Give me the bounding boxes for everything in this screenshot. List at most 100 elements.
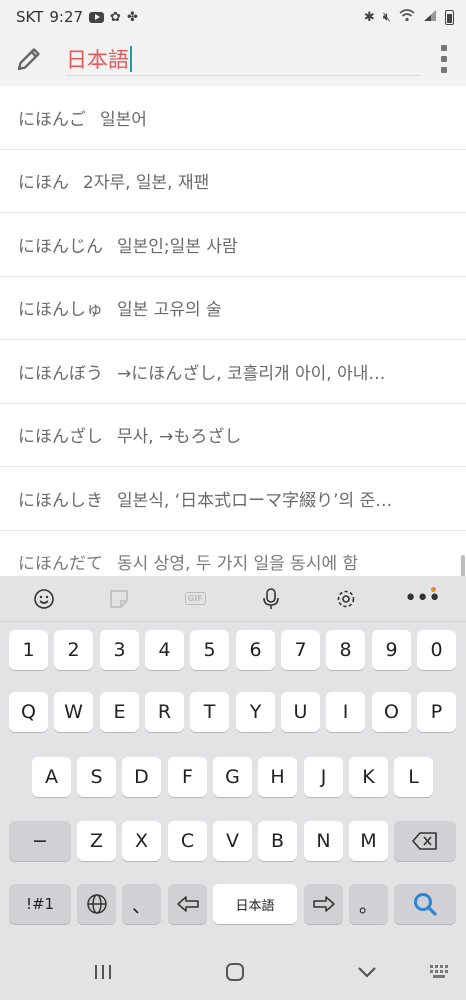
key-u[interactable]: U	[281, 692, 320, 732]
list-item[interactable]: にほんぼう →にほんざし, 코흘리개 아이, 아내…	[0, 340, 466, 404]
key-x[interactable]: X	[122, 821, 161, 861]
key-w[interactable]: W	[54, 692, 93, 732]
signal-icon	[423, 9, 437, 25]
key-z[interactable]: Z	[77, 821, 116, 861]
key-r[interactable]: R	[145, 692, 184, 732]
key-l[interactable]: L	[394, 757, 433, 797]
backspace-key[interactable]	[394, 821, 456, 861]
settings-icon[interactable]	[326, 582, 366, 616]
period-key[interactable]: 。	[349, 884, 388, 924]
key-i[interactable]: I	[326, 692, 365, 732]
bluetooth-icon: ✱	[363, 9, 375, 25]
result-word: にほんだて	[18, 554, 103, 575]
key-p[interactable]: P	[417, 692, 456, 732]
gif-icon[interactable]: GIF	[175, 582, 215, 616]
key-2[interactable]: 2	[54, 630, 93, 670]
result-word: にほん	[18, 173, 69, 194]
gif-label: GIF	[184, 592, 206, 605]
key-1[interactable]: 1	[9, 630, 48, 670]
key-0[interactable]: 0	[417, 630, 456, 670]
key-h[interactable]: H	[258, 757, 297, 797]
key-dash[interactable]: −	[9, 821, 71, 861]
more-icon[interactable]: •••	[402, 582, 442, 616]
right-arrow-key[interactable]	[304, 884, 343, 924]
result-word: にほんざし	[18, 427, 103, 448]
carrier-label: SKT	[16, 8, 44, 26]
list-item[interactable]: にほんざし 무사, →もろざし	[0, 404, 466, 467]
notification-dot	[431, 586, 437, 592]
result-word: にほんご	[18, 109, 86, 130]
key-e[interactable]: E	[100, 692, 139, 732]
list-item[interactable]: にほんしゅ 일본 고유의 술	[0, 277, 466, 340]
fan-icon: ✿	[110, 9, 121, 25]
key-g[interactable]: G	[213, 757, 252, 797]
keyboard: GIF ••• 1 2 3 4 5 6 7 8 9 0 Q W E R T Y …	[0, 576, 466, 1000]
result-meaning: →にほんざし, 코흘리개 아이, 아내…	[117, 363, 386, 384]
key-b[interactable]: B	[258, 821, 297, 861]
mute-icon: 🔇︎	[382, 9, 391, 25]
key-q[interactable]: Q	[9, 692, 48, 732]
key-7[interactable]: 7	[281, 630, 320, 670]
emoji-icon[interactable]	[24, 582, 64, 616]
key-f[interactable]: F	[168, 757, 207, 797]
status-time: 9:27	[49, 8, 84, 26]
zxcv-row: − Z X C V B N M	[0, 821, 466, 861]
key-9[interactable]: 9	[372, 630, 411, 670]
search-header: 日本語	[0, 34, 466, 86]
list-item[interactable]: にほんご 일본어	[0, 86, 466, 150]
back-icon[interactable]	[352, 960, 382, 984]
search-input[interactable]: 日本語	[66, 42, 420, 76]
comma-key[interactable]: 、	[122, 884, 161, 924]
recent-apps-icon[interactable]	[88, 960, 118, 984]
key-k[interactable]: K	[349, 757, 388, 797]
left-arrow-key[interactable]	[168, 884, 207, 924]
kebab-menu-icon[interactable]	[438, 42, 450, 76]
key-3[interactable]: 3	[100, 630, 139, 670]
microphone-icon[interactable]	[251, 582, 291, 616]
key-n[interactable]: N	[304, 821, 343, 861]
search-key[interactable]	[394, 884, 456, 924]
keyboard-switch-icon[interactable]	[426, 960, 454, 984]
arrow-right-icon	[312, 896, 335, 912]
key-j[interactable]: J	[304, 757, 343, 797]
key-5[interactable]: 5	[190, 630, 229, 670]
number-row: 1 2 3 4 5 6 7 8 9 0	[0, 630, 466, 670]
list-item[interactable]: にほん 2자루, 일본, 재팬	[0, 150, 466, 213]
pencil-icon[interactable]	[14, 44, 44, 74]
result-meaning: 2자루, 일본, 재팬	[83, 173, 210, 194]
key-8[interactable]: 8	[326, 630, 365, 670]
key-4[interactable]: 4	[145, 630, 184, 670]
search-query[interactable]: 日本語	[66, 44, 129, 74]
key-m[interactable]: M	[349, 821, 388, 861]
space-key[interactable]: 日本語	[213, 884, 297, 924]
symbols-key[interactable]: !#1	[9, 884, 71, 924]
result-meaning: 일본 고유의 술	[117, 300, 222, 321]
key-s[interactable]: S	[77, 757, 116, 797]
language-key[interactable]	[77, 884, 116, 924]
navigation-bar	[0, 944, 466, 1000]
key-y[interactable]: Y	[236, 692, 275, 732]
list-item[interactable]: にほんじん 일본인;일본 사람	[0, 213, 466, 277]
key-6[interactable]: 6	[236, 630, 275, 670]
key-d[interactable]: D	[122, 757, 161, 797]
pinwheel-icon: ✤	[126, 9, 138, 25]
text-cursor	[130, 45, 132, 72]
list-item[interactable]: にほんしき 일본식, ‘日本式ローマ字綴り’의 준…	[0, 467, 466, 531]
arrow-left-icon	[176, 896, 199, 912]
sticker-icon[interactable]	[99, 582, 139, 616]
key-t[interactable]: T	[190, 692, 229, 732]
key-v[interactable]: V	[213, 821, 252, 861]
key-a[interactable]: A	[32, 757, 71, 797]
list-item[interactable]: にほんだて 동시 상영, 두 가지 일을 동시에 함	[0, 531, 466, 577]
result-meaning: 일본어	[100, 109, 147, 130]
keyboard-toolbar: GIF •••	[0, 576, 466, 622]
key-c[interactable]: C	[168, 821, 207, 861]
wifi-icon	[399, 9, 415, 25]
home-icon[interactable]	[220, 960, 250, 984]
result-meaning: 동시 상영, 두 가지 일을 동시에 함	[117, 554, 359, 575]
result-word: にほんじん	[18, 236, 103, 257]
key-o[interactable]: O	[372, 692, 411, 732]
backspace-icon	[412, 832, 437, 850]
status-bar: SKT 9:27 ✿ ✤ ✱ 🔇︎	[0, 0, 466, 34]
bottom-row: !#1 、 日本語 。	[0, 884, 466, 924]
